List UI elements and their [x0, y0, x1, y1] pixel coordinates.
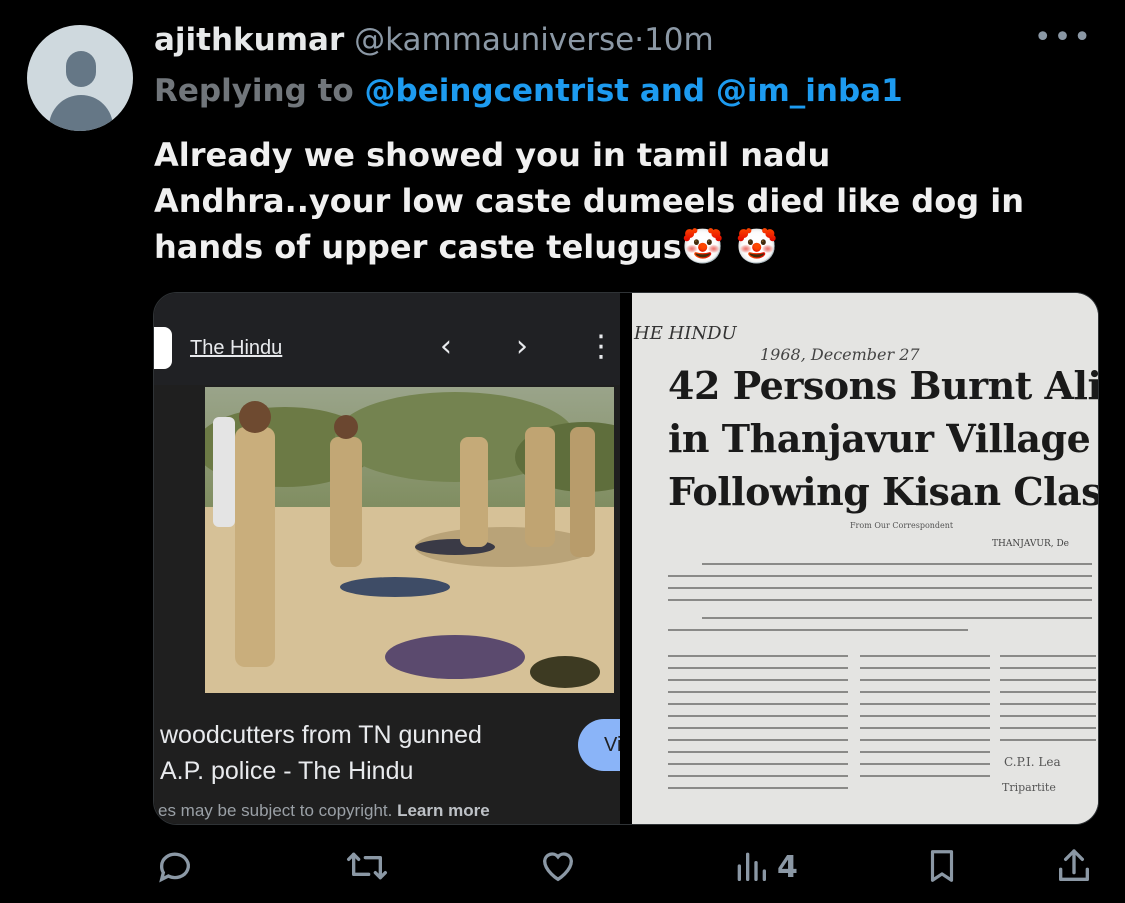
avatar-head-shape: [66, 51, 96, 87]
caption-line-1: woodcutters from TN gunned: [160, 721, 482, 749]
media-image-left[interactable]: The Hindu ‹ › ⋮ woodcutters from TN gunn…: [154, 293, 658, 824]
headline-line-2: in Thanjavur Village: [668, 416, 1091, 461]
copyright-text: es may be subject to copyright.: [158, 801, 393, 820]
caption-line-2: A.P. police - The Hindu: [160, 757, 414, 785]
user-handle[interactable]: @kammauniverse: [354, 22, 634, 58]
views-icon[interactable]: [733, 846, 769, 890]
tweet-header: ajithkumar @kammauniverse·10m: [154, 20, 714, 60]
tweet-text: Already we showed you in tamil nadu Andh…: [154, 136, 1024, 266]
avatar-shoulders-shape: [49, 95, 113, 131]
clown-emoji: 🤡 🤡: [681, 227, 779, 267]
chevron-left-icon[interactable]: ‹: [440, 329, 452, 364]
reply-icon[interactable]: [155, 846, 195, 890]
heart-icon[interactable]: [537, 846, 579, 890]
headline-line-1: 42 Persons Burnt Alive: [668, 363, 1098, 408]
retweet-icon[interactable]: [345, 846, 389, 890]
newspaper-masthead: HE HINDU: [634, 323, 737, 344]
share-icon[interactable]: [1054, 846, 1094, 890]
replying-to-line: Replying to @beingcentrist and @im_inba1: [154, 70, 903, 112]
copyright-notice: es may be subject to copyright. Learn mo…: [158, 801, 490, 821]
avatar[interactable]: [27, 25, 133, 131]
more-vertical-icon[interactable]: ⋮: [586, 329, 616, 364]
views-count: 4: [777, 850, 798, 885]
image-caption: woodcutters from TN gunned A.P. police -…: [160, 717, 482, 789]
news-photo: [205, 387, 614, 693]
newspaper-dateline: THANJAVUR, De: [992, 539, 1070, 549]
newspaper-clipping: HE HINDU 1968, December 27 42 Persons Bu…: [632, 293, 1098, 824]
headline-line-3: Following Kisan Clashe: [668, 469, 1098, 514]
newspaper-headline: 42 Persons Burnt Alive in Thanjavur Vill…: [668, 359, 1098, 518]
tweet-body: Already we showed you in tamil nadu Andh…: [154, 132, 1074, 270]
timestamp[interactable]: 10m: [644, 22, 714, 58]
media-grid[interactable]: The Hindu ‹ › ⋮ woodcutters from TN gunn…: [153, 292, 1099, 825]
media-image-right[interactable]: HE HINDU 1968, December 27 42 Persons Bu…: [632, 293, 1098, 824]
column-footer-right: Tripartite: [1002, 781, 1056, 794]
replying-to-label: Replying to: [154, 73, 354, 109]
learn-more-link[interactable]: Learn more: [397, 801, 490, 820]
separator-dot: ·: [634, 22, 645, 58]
source-link[interactable]: The Hindu: [190, 337, 282, 360]
newspaper-byline: From Our Correspondent: [850, 521, 954, 530]
display-name[interactable]: ajithkumar: [154, 22, 344, 58]
column-footer-left: C.P.I. Lea: [1004, 755, 1061, 769]
image-viewer-toolbar: The Hindu ‹ › ⋮: [154, 293, 620, 385]
bookmark-icon[interactable]: [923, 846, 961, 890]
site-favicon: [154, 327, 172, 369]
tweet-action-bar: 4: [0, 846, 1125, 896]
police-scene-illustration: [205, 387, 614, 693]
chevron-right-icon[interactable]: ›: [516, 329, 528, 364]
media-divider: [620, 293, 632, 824]
reply-mentions-link[interactable]: @beingcentrist and @im_inba1: [365, 73, 903, 109]
ellipsis-icon[interactable]: •••: [1034, 20, 1093, 55]
